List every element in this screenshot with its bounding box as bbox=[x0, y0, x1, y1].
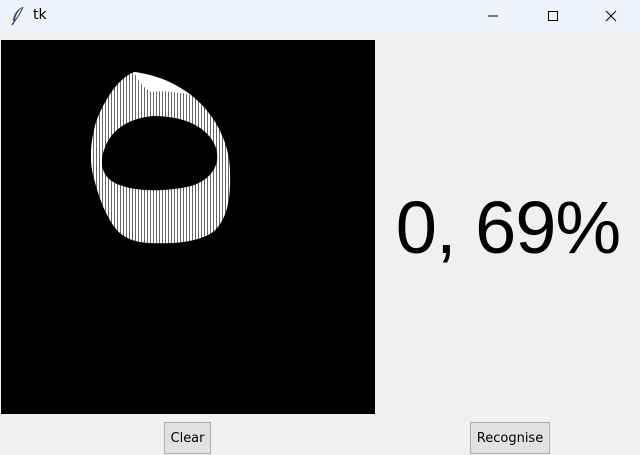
close-icon bbox=[605, 10, 617, 22]
close-button[interactable] bbox=[588, 0, 634, 32]
title-bar[interactable]: tk bbox=[0, 0, 640, 32]
app-window: tk 0, 69% Clear Recognise bbox=[0, 0, 640, 455]
minimize-button[interactable] bbox=[470, 0, 516, 32]
minimize-icon bbox=[488, 15, 498, 17]
maximize-button[interactable] bbox=[530, 0, 576, 32]
maximize-icon bbox=[548, 11, 558, 21]
window-title: tk bbox=[33, 7, 47, 23]
drawing-canvas[interactable] bbox=[1, 40, 375, 414]
recognise-button[interactable]: Recognise bbox=[470, 422, 550, 454]
drawn-digit bbox=[90, 72, 231, 244]
prediction-label: 0, 69% bbox=[395, 185, 621, 269]
feather-icon bbox=[11, 6, 24, 26]
clear-button[interactable]: Clear bbox=[164, 422, 211, 454]
